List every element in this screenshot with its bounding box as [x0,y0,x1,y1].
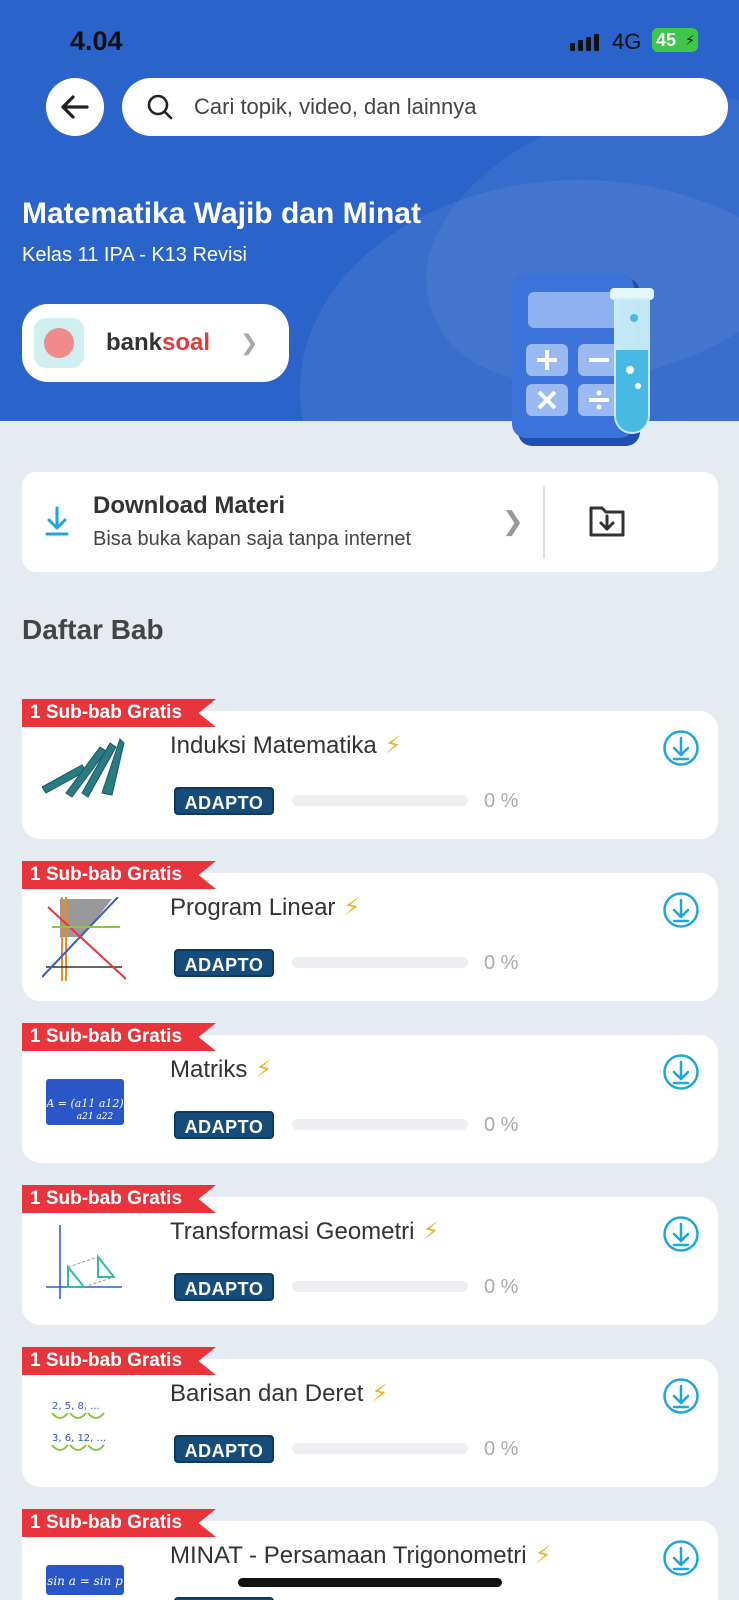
progress-bar [292,1119,468,1130]
download-circle-icon[interactable] [662,1215,700,1253]
adapto-badge: ADAPTO [174,787,274,815]
banksoal-label-bank: bank [106,329,163,356]
back-button[interactable] [46,78,104,136]
progress-bar [292,1281,468,1292]
download-circle-icon[interactable] [662,1377,700,1415]
lightning-icon: ⚡ [255,1056,273,1083]
progress-percent: 0 % [484,1114,519,1136]
sequence-icon: 2, 5, 8, ... 3, 6, 12, ... [42,1383,126,1467]
free-subchapter-ribbon: 1 Sub-bab Gratis [22,861,216,889]
chapter-card[interactable]: Transformasi Geometri ⚡ ADAPTO 0 % [22,1197,718,1325]
chapter-card[interactable]: Induksi Matematika ⚡ ADAPTO 0 % [22,711,718,839]
download-subtitle: Bisa buka kapan saja tanpa internet [93,528,411,550]
chapter-card[interactable]: A = (a11 a12) a21 a22 Matriks ⚡ ADAPTO 0 % [22,1035,718,1163]
lightning-icon: ⚡ [384,732,402,759]
progress-bar [292,1443,468,1454]
banksoal-button[interactable]: banksoal ❯ [22,304,289,382]
arrow-left-icon [61,95,89,119]
chapter-name: Program Linear ⚡ [170,893,360,922]
download-circle-icon[interactable] [662,1053,700,1091]
download-title: Download Materi [93,492,286,519]
chapter-title: Induksi Matematika [170,732,377,759]
adapto-badge: ADAPTO [174,949,274,977]
lightning-icon: ⚡ [343,894,361,921]
download-materi-card[interactable]: Download Materi Bisa buka kapan saja tan… [22,472,718,572]
progress-percent: 0 % [484,952,519,974]
adapto-badge: ADAPTO [174,1111,274,1139]
free-subchapter-ribbon: 1 Sub-bab Gratis [22,1347,216,1375]
progress-percent: 0 % [484,1438,519,1460]
lightning-icon: ⚡ [422,1218,440,1245]
chapter-name: Induksi Matematika ⚡ [170,731,402,760]
svg-text:sin a = sin p: sin a = sin p [47,1574,123,1588]
lightbulb-icon [34,318,84,368]
chapter-name: Barisan dan Deret ⚡ [170,1379,388,1408]
geometry-icon [42,1221,126,1305]
chapter-title: Program Linear [170,894,336,921]
chevron-right-icon: ❯ [240,330,259,355]
chapter-card[interactable]: 2, 5, 8, ... 3, 6, 12, ... Barisan dan Der… [22,1359,718,1487]
search-bar[interactable] [122,78,728,136]
matrix-icon: A = (a11 a12) a21 a22 [42,1059,126,1143]
chapter-title: MINAT - Persamaan Trigonometri [170,1542,527,1569]
progress-percent: 0 % [484,1276,519,1298]
chapter-name: MINAT - Persamaan Trigonometri ⚡ [170,1541,551,1570]
calculator-illustration [512,274,654,446]
page-subtitle: Kelas 11 IPA - K13 Revisi [22,244,247,266]
charging-icon: ⚡ [685,32,695,48]
section-title: Daftar Bab [22,614,164,645]
chapter-title: Matriks [170,1056,248,1083]
free-subchapter-ribbon: 1 Sub-bab Gratis [22,699,216,727]
trig-icon: sin a = sin p [42,1545,126,1600]
adapto-badge: ADAPTO [174,1435,274,1463]
progress-percent: 0 % [484,790,519,812]
download-circle-icon[interactable] [662,729,700,767]
free-subchapter-ribbon: 1 Sub-bab Gratis [22,1185,216,1213]
home-indicator[interactable] [238,1578,502,1587]
banksoal-label-soal: soal [162,329,211,356]
induction-icon [41,735,126,819]
svg-text:2, 5, 8, ...: 2, 5, 8, ... [52,1401,100,1412]
divider [543,486,545,558]
progress-bar [292,795,468,806]
search-input[interactable] [194,94,694,120]
free-subchapter-ribbon: 1 Sub-bab Gratis [22,1023,216,1051]
download-circle-icon[interactable] [662,1539,700,1577]
status-time: 4.04 [70,26,123,56]
linear-graph-icon [41,896,127,981]
chevron-right-icon: ❯ [502,506,524,536]
page-title: Matematika Wajib dan Minat [22,197,421,230]
svg-text:3, 6, 12, ...: 3, 6, 12, ... [52,1433,106,1444]
download-circle-icon[interactable] [662,891,700,929]
chapter-title: Barisan dan Deret [170,1380,364,1407]
status-bar: 4.04 4G 45 ⚡ [0,22,739,62]
search-icon [147,94,173,120]
battery-icon: 45 ⚡ [652,28,698,52]
network-label: 4G [612,29,642,54]
chapter-name: Matriks ⚡ [170,1055,272,1084]
chapter-card[interactable]: Program Linear ⚡ ADAPTO 0 % [22,873,718,1001]
svg-text:A = (a11 a12): A = (a11 a12) [45,1097,123,1110]
battery-level: 45 [656,30,677,50]
adapto-badge: ADAPTO [174,1273,274,1301]
banksoal-label: banksoal [106,329,210,357]
chapter-name: Transformasi Geometri ⚡ [170,1217,439,1246]
download-arrow-icon [45,506,69,536]
lightning-icon: ⚡ [371,1380,389,1407]
svg-text:a21 a22: a21 a22 [77,1112,114,1122]
folder-download-icon[interactable] [588,502,626,538]
lightning-icon: ⚡ [534,1542,552,1569]
free-subchapter-ribbon: 1 Sub-bab Gratis [22,1509,216,1537]
signal-icon [570,34,599,51]
progress-bar [292,957,468,968]
chapter-title: Transformasi Geometri [170,1218,415,1245]
